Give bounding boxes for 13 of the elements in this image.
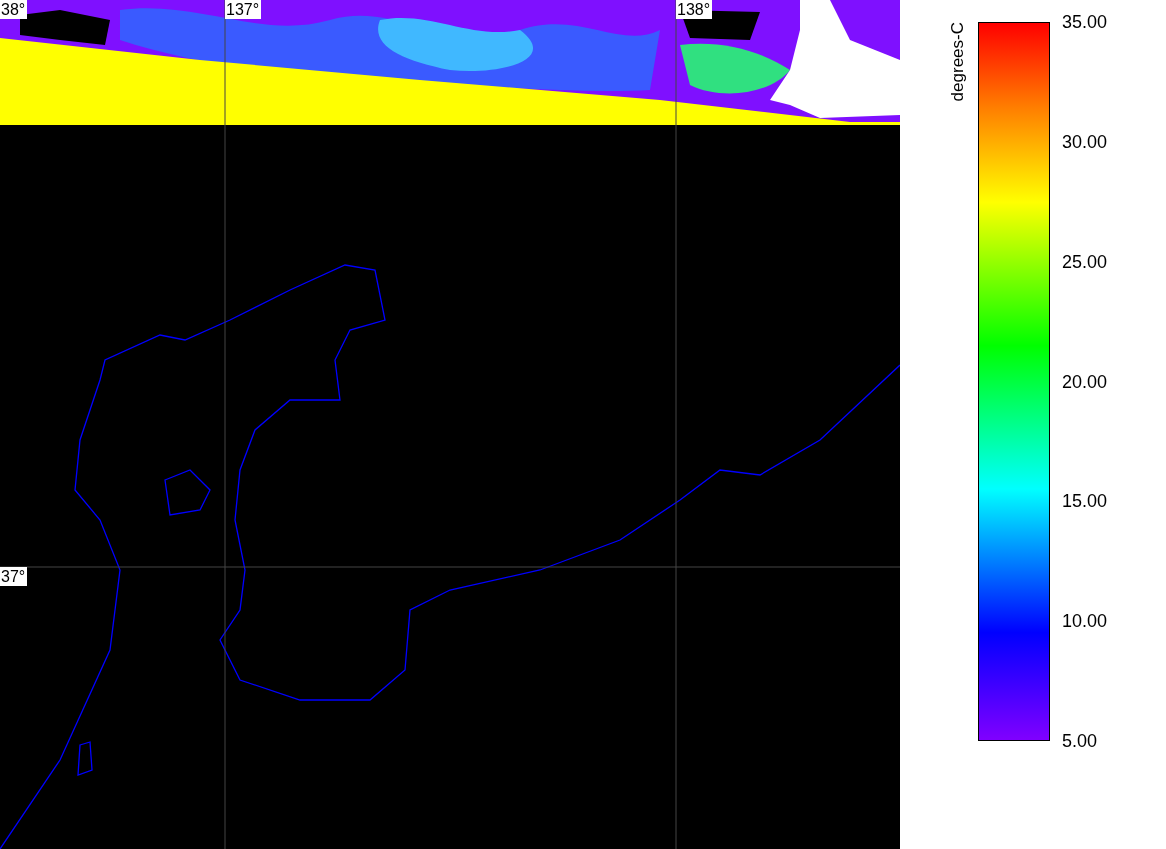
scale-tick-label: 5.00 bbox=[1062, 730, 1098, 752]
map-view[interactable]: 38° 137° 138° 37° bbox=[0, 0, 900, 849]
grid-label: 137° bbox=[225, 0, 262, 19]
scale-tick-label: 35.00 bbox=[1062, 11, 1108, 33]
grid-label: 38° bbox=[0, 0, 28, 19]
grid-label: 138° bbox=[676, 0, 713, 19]
scale-tick-label: 15.00 bbox=[1062, 490, 1108, 512]
colorbar-title: degrees-C bbox=[948, 22, 968, 104]
scale-tick-label: 30.00 bbox=[1062, 131, 1108, 153]
scale-tick-label: 20.00 bbox=[1062, 371, 1108, 392]
scale-tick-label: 25.00 bbox=[1062, 251, 1108, 273]
scale-tick-label: 10.00 bbox=[1062, 610, 1108, 632]
grid-label: 37° bbox=[0, 567, 28, 586]
